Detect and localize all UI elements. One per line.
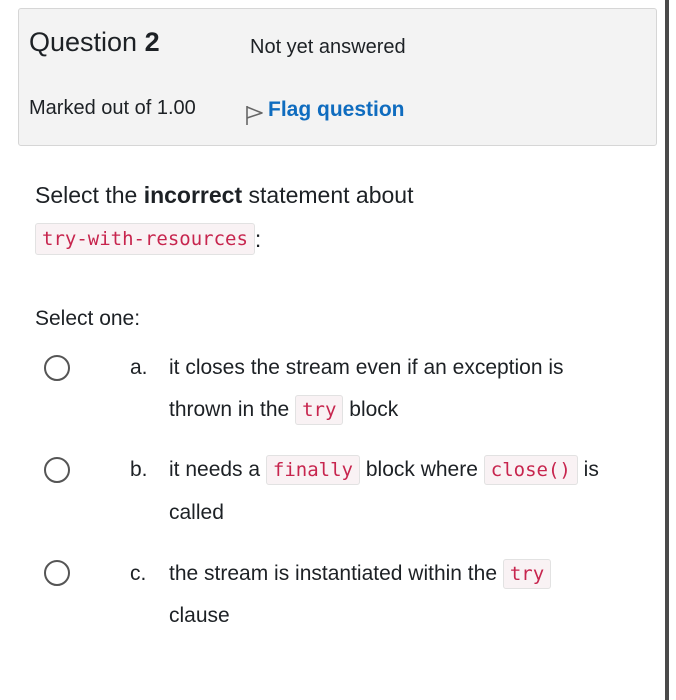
question-code: try-with-resources — [35, 223, 255, 255]
option-letter: c. — [130, 562, 147, 585]
question-number: 2 — [144, 27, 160, 57]
option-letter: a. — [130, 356, 148, 379]
flag-question-label: Flag question — [268, 98, 405, 121]
option-letter: b. — [130, 458, 148, 481]
page-edge-divider — [665, 0, 669, 700]
option-code: finally — [265, 455, 360, 485]
radio-unchecked-icon[interactable] — [44, 560, 70, 586]
question-info-panel: Question 2 Not yet answered Marked out o… — [18, 8, 657, 146]
radio-unchecked-icon[interactable] — [44, 457, 70, 483]
option-code: close() — [483, 455, 578, 485]
option-code: try — [502, 559, 552, 589]
flag-icon — [243, 94, 265, 126]
question-text-emphasis: incorrect — [143, 182, 243, 208]
question-grade: Marked out of 1.00 — [29, 97, 196, 119]
option-text-line2: called — [169, 501, 224, 524]
radio-unchecked-icon[interactable] — [44, 355, 70, 381]
option-text-line1: it closes the stream even if an exceptio… — [169, 356, 564, 379]
select-one-prompt: Select one: — [35, 307, 141, 330]
question-text-end: : — [254, 225, 262, 252]
option-text-line1: it needs a finally block where close() i… — [169, 455, 599, 485]
question-word: Question — [29, 27, 138, 57]
option-text-line1: the stream is instantiated within the tr… — [169, 559, 552, 589]
question-text-line1: Select the incorrect statement about — [35, 182, 413, 209]
quiz-page: Question 2 Not yet answered Marked out o… — [0, 0, 676, 700]
option-text-line2: thrown in the try block — [169, 395, 398, 425]
question-text-prefix: Select the — [35, 182, 138, 208]
option-text-line2: clause — [169, 604, 230, 627]
question-title: Question 2 — [29, 27, 160, 58]
question-text-suffix: statement about — [248, 182, 414, 208]
question-text-line2: try-with-resources: — [35, 223, 261, 255]
flag-question-link[interactable]: Flag question — [243, 94, 405, 126]
question-state: Not yet answered — [250, 36, 406, 58]
option-code: try — [295, 395, 344, 425]
